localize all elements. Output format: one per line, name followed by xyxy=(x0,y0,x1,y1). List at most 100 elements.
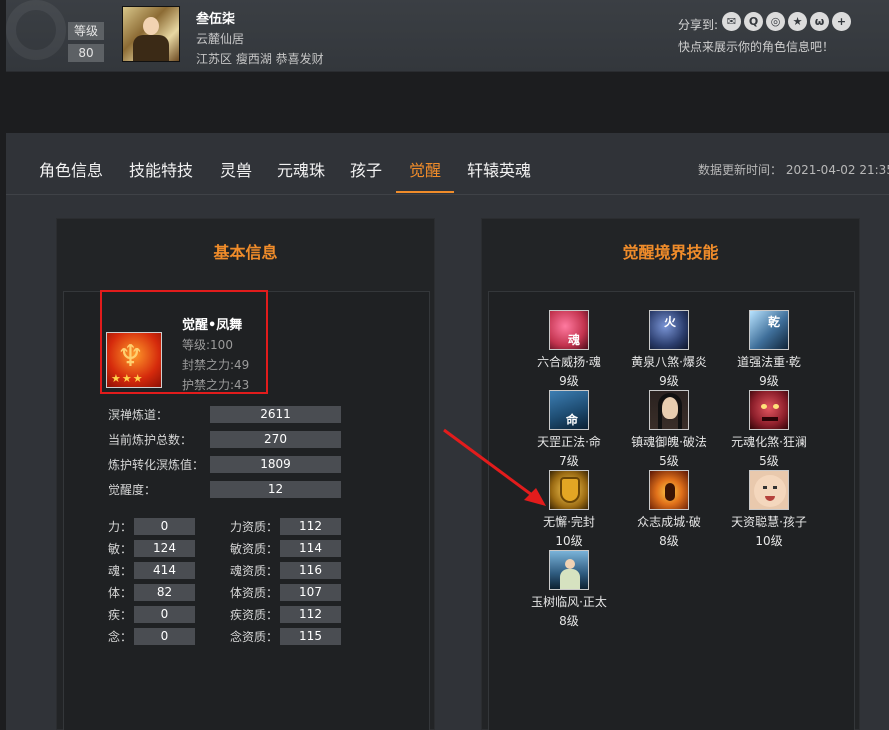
skill-name: 元魂化煞·狂澜 xyxy=(731,435,807,449)
character-server: 云麓仙居 xyxy=(196,32,245,46)
wechat-icon[interactable]: ✉ xyxy=(722,12,741,31)
attr-quality-label: 力资质： xyxy=(230,520,279,534)
guard-power: 护禁之力:43 xyxy=(182,378,250,392)
basic-info-title: 基本信息 xyxy=(213,243,278,262)
page: 等级 80 叁伍柒 云麓仙居 江苏区 瘦西湖 恭喜发财 分享到: ✉ Q ◎ ★… xyxy=(0,0,889,730)
skill-item[interactable]: 元魂化煞·狂澜 5级 xyxy=(719,390,819,469)
skill-name: 黄泉八煞·爆炎 xyxy=(631,355,707,369)
seal-power: 封禁之力:49 xyxy=(182,358,250,372)
awaken-skills-title: 觉醒境界技能 xyxy=(622,243,719,262)
tab-pets[interactable]: 灵兽 xyxy=(220,157,252,181)
skill-item[interactable]: 天资聪慧·孩子 10级 xyxy=(719,470,819,549)
attr-value: 0 xyxy=(134,518,195,535)
attr-quality-value: 114 xyxy=(280,540,341,557)
skill-item[interactable]: 火 黄泉八煞·爆炎 9级 xyxy=(619,310,719,389)
skill-name: 众志成城·破 xyxy=(637,515,701,529)
attr-value: 82 xyxy=(134,584,195,601)
annotation-arrow-icon xyxy=(443,428,546,506)
attr-label: 敏： xyxy=(108,542,133,556)
row-label: 溟禅炼道： xyxy=(108,408,169,422)
basic-info-content: ♆ ★★★ 觉醒•凤舞 等级:100 封禁之力:49 护禁之力:43 溟禅炼道：… xyxy=(63,290,430,730)
fire-skill-icon: 火 xyxy=(649,310,689,350)
tab-awakening[interactable]: 觉醒 xyxy=(409,157,441,181)
level-value: 80 xyxy=(68,44,104,62)
skill-level: 8级 xyxy=(559,614,579,628)
attr-label: 念： xyxy=(108,630,133,644)
skill-level: 9级 xyxy=(759,374,779,388)
attr-quality-label: 体资质： xyxy=(230,586,279,600)
row-label: 觉醒度： xyxy=(108,483,157,497)
attr-label: 体： xyxy=(108,586,133,600)
phoenix-icon: ♆ ★★★ xyxy=(106,332,162,388)
skill-item[interactable]: 众志成城·破 8级 xyxy=(619,470,719,549)
tieba-icon[interactable]: ω xyxy=(810,12,829,31)
qzone-icon[interactable]: ★ xyxy=(788,12,807,31)
attr-label: 疾： xyxy=(108,608,133,622)
attr-quality-label: 魂资质： xyxy=(230,564,279,578)
attr-value: 0 xyxy=(134,628,195,645)
skill-level: 5级 xyxy=(759,454,779,468)
qq-icon[interactable]: Q xyxy=(744,12,763,31)
baby-face-skill-icon xyxy=(749,470,789,510)
soul-skill-icon: 魂 xyxy=(549,310,589,350)
skill-item[interactable]: 镇魂御魄·破法 5级 xyxy=(619,390,719,469)
qian-skill-icon: 乾 xyxy=(749,310,789,350)
weibo-icon[interactable]: ◎ xyxy=(766,12,785,31)
attr-quality-value: 112 xyxy=(280,606,341,623)
tab-skills[interactable]: 技能特技 xyxy=(129,157,193,181)
attr-value: 124 xyxy=(134,540,195,557)
skill-name: 道强法重·乾 xyxy=(737,355,801,369)
attr-value: 414 xyxy=(134,562,195,579)
skill-level: 5级 xyxy=(659,454,679,468)
star-rating-icon: ★★★ xyxy=(111,372,144,385)
skill-name: 六合威扬·魂 xyxy=(537,355,601,369)
row-label: 炼护转化溟炼值： xyxy=(108,458,205,472)
skill-level: 9级 xyxy=(559,374,579,388)
attr-quality-label: 念资质： xyxy=(230,630,279,644)
tab-xuanyuan[interactable]: 轩辕英魂 xyxy=(467,157,531,181)
shield-skill-icon xyxy=(549,470,589,510)
row-value: 1809 xyxy=(210,456,341,473)
row-label: 当前炼护总数： xyxy=(108,433,193,447)
character-region: 江苏区 瘦西湖 恭喜发财 xyxy=(196,52,324,66)
attr-label: 魂： xyxy=(108,564,133,578)
share-tip: 快点来展示你的角色信息吧！ xyxy=(678,40,835,54)
awaken-level: 等级:100 xyxy=(182,338,233,352)
attr-quality-value: 107 xyxy=(280,584,341,601)
basic-info-panel: 基本信息 ♆ ★★★ 觉醒•凤舞 等级:100 封禁之力:49 护禁之力:43 … xyxy=(56,218,435,730)
skill-item[interactable]: 乾 道强法重·乾 9级 xyxy=(719,310,819,389)
fire-burst-skill-icon xyxy=(649,470,689,510)
attr-value: 0 xyxy=(134,606,195,623)
soul-suppress-skill-icon xyxy=(649,390,689,430)
character-name: 叁伍柒 xyxy=(196,12,236,27)
row-value: 2611 xyxy=(210,406,341,423)
tab-bar: 角色信息 技能特技 灵兽 元魂珠 孩子 觉醒 轩辕英魂 数据更新时间： 2021… xyxy=(6,133,889,195)
skill-level: 10级 xyxy=(755,534,783,548)
level-label: 等级 xyxy=(68,22,104,40)
share-icons: ✉ Q ◎ ★ ω + xyxy=(722,12,851,31)
skill-name: 镇魂御魄·破法 xyxy=(631,435,707,449)
row-value: 270 xyxy=(210,431,341,448)
character-avatar xyxy=(122,6,180,62)
skill-name: 玉树临风·正太 xyxy=(531,595,607,609)
row-value: 12 xyxy=(210,481,341,498)
tab-soul-orb[interactable]: 元魂珠 xyxy=(277,157,325,181)
share-label: 分享到: xyxy=(678,18,719,32)
scholar-skill-icon xyxy=(549,550,589,590)
skill-item[interactable]: 魂 六合威扬·魂 9级 xyxy=(519,310,619,389)
update-time: 数据更新时间： 2021-04-02 21:35 xyxy=(698,163,889,177)
fate-skill-icon: 命 xyxy=(549,390,589,430)
profile-bar: 等级 80 叁伍柒 云麓仙居 江苏区 瘦西湖 恭喜发财 分享到: ✉ Q ◎ ★… xyxy=(6,0,889,72)
demon-mask-skill-icon xyxy=(749,390,789,430)
decorative-swirl xyxy=(6,0,66,60)
skill-name: 无懈·完封 xyxy=(543,515,595,529)
skill-level: 9级 xyxy=(659,374,679,388)
tab-character-info[interactable]: 角色信息 xyxy=(39,157,103,181)
skill-item[interactable]: 玉树临风·正太 8级 xyxy=(519,550,619,629)
more-icon[interactable]: + xyxy=(832,12,851,31)
skill-level: 8级 xyxy=(659,534,679,548)
tab-children[interactable]: 孩子 xyxy=(350,157,382,181)
awaken-name: 觉醒•凤舞 xyxy=(182,318,243,333)
attr-quality-value: 115 xyxy=(280,628,341,645)
attr-quality-value: 116 xyxy=(280,562,341,579)
